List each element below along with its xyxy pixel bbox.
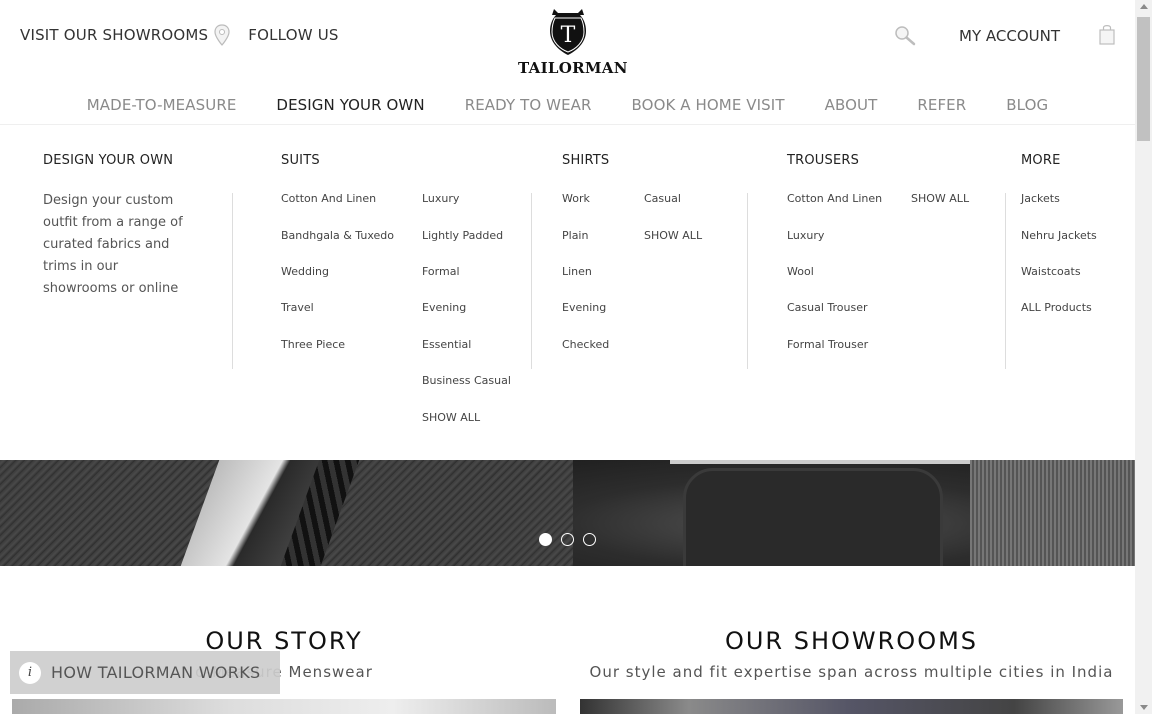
scroll-thumb[interactable] (1137, 17, 1150, 141)
divider (1005, 193, 1006, 369)
our-showrooms-image[interactable] (580, 699, 1123, 714)
suits-item[interactable]: Lightly Padded (422, 229, 503, 242)
visit-showrooms-link[interactable]: VISIT OUR SHOWROOMS (20, 26, 208, 44)
suits-item[interactable]: Three Piece (281, 338, 345, 351)
suits-item[interactable]: Wedding (281, 265, 329, 278)
trousers-item[interactable]: Casual Trouser (787, 301, 868, 314)
shirts-show-all[interactable]: SHOW ALL (644, 229, 702, 242)
trousers-show-all[interactable]: SHOW ALL (911, 192, 969, 205)
mega-intro-title: DESIGN YOUR OWN (43, 153, 174, 168)
slider-dots (539, 533, 596, 546)
more-item[interactable]: Waistcoats (1021, 265, 1081, 278)
suits-item[interactable]: Evening (422, 301, 466, 314)
scroll-down-icon[interactable] (1140, 705, 1148, 710)
location-pin-icon[interactable] (214, 24, 230, 46)
brand-logo[interactable]: T TAILORMAN (518, 9, 628, 77)
trousers-item[interactable]: Wool (787, 265, 814, 278)
suits-item[interactable]: Essential (422, 338, 471, 351)
more-item[interactable]: ALL Products (1021, 301, 1092, 314)
mega-intro-text: Design your custom outfit from a range o… (43, 193, 183, 296)
nav-about[interactable]: ABOUT (825, 96, 878, 114)
suits-show-all[interactable]: SHOW ALL (422, 411, 480, 424)
shirts-item[interactable]: Plain (562, 229, 588, 242)
slider-dot[interactable] (561, 533, 574, 546)
svg-text:T: T (561, 23, 576, 48)
divider (531, 193, 532, 369)
shirts-title[interactable]: SHIRTS (562, 153, 609, 168)
nav-book-home-visit[interactable]: BOOK A HOME VISIT (632, 96, 785, 114)
divider (232, 193, 233, 369)
shirts-item[interactable]: Work (562, 192, 590, 205)
shirts-item[interactable]: Linen (562, 265, 592, 278)
our-showrooms-subtitle: Our style and fit expertise span across … (589, 663, 1114, 681)
suits-item[interactable]: Bandhgala & Tuxedo (281, 229, 394, 242)
trousers-item[interactable]: Formal Trouser (787, 338, 868, 351)
slider-dot[interactable] (539, 533, 552, 546)
follow-us-link[interactable]: FOLLOW US (248, 26, 338, 44)
hero-bag-image (573, 460, 1135, 566)
hero-slider[interactable] (0, 460, 1135, 566)
nav-refer[interactable]: REFER (917, 96, 966, 114)
suits-item[interactable]: Formal (422, 265, 460, 278)
trousers-item[interactable]: Luxury (787, 229, 824, 242)
our-story-image[interactable] (12, 699, 556, 714)
mega-menu-design-your-own: DESIGN YOUR OWN Design your custom outfi… (0, 124, 1135, 460)
divider (747, 193, 748, 369)
how-tailorman-works-label: HOW TAILORMAN WORKS (51, 663, 261, 682)
more-title[interactable]: MORE (1021, 153, 1061, 168)
fabric-texture (970, 460, 1135, 566)
scroll-up-icon[interactable] (1140, 4, 1148, 9)
slider-dot[interactable] (583, 533, 596, 546)
shirts-item[interactable]: Casual (644, 192, 681, 205)
our-showrooms-title: OUR SHOWROOMS (724, 627, 979, 655)
nav-made-to-measure[interactable]: MADE-TO-MEASURE (87, 96, 237, 114)
info-icon: i (19, 661, 41, 684)
nav-ready-to-wear[interactable]: READY TO WEAR (465, 96, 592, 114)
suits-title[interactable]: SUITS (281, 153, 320, 168)
shield-crest-icon: T (550, 9, 586, 55)
suits-item[interactable]: Luxury (422, 192, 459, 205)
nav-blog[interactable]: BLOG (1006, 96, 1048, 114)
trousers-title[interactable]: TROUSERS (787, 153, 859, 168)
search-icon[interactable] (893, 25, 917, 47)
suits-item[interactable]: Cotton And Linen (281, 192, 376, 205)
more-item[interactable]: Jackets (1021, 192, 1060, 205)
image-strip (670, 460, 970, 464)
leather-bag (683, 468, 943, 566)
suits-item[interactable]: Business Casual (422, 374, 511, 387)
suits-item[interactable]: Travel (281, 301, 314, 314)
shirts-item[interactable]: Evening (562, 301, 606, 314)
my-account-link[interactable]: MY ACCOUNT (959, 27, 1060, 45)
shirts-item[interactable]: Checked (562, 338, 609, 351)
main-navigation: MADE-TO-MEASURE DESIGN YOUR OWN READY TO… (0, 96, 1135, 114)
hero-suit-image (0, 460, 573, 566)
page-scrollbar[interactable] (1135, 0, 1152, 714)
how-tailorman-works-button[interactable]: i HOW TAILORMAN WORKS (10, 651, 280, 694)
trousers-item[interactable]: Cotton And Linen (787, 192, 882, 205)
header-left: VISIT OUR SHOWROOMS FOLLOW US (20, 24, 339, 46)
more-item[interactable]: Nehru Jackets (1021, 229, 1097, 242)
shopping-bag-icon[interactable] (1098, 23, 1116, 45)
nav-design-your-own[interactable]: DESIGN YOUR OWN (276, 96, 424, 114)
brand-name: TAILORMAN (518, 59, 628, 77)
